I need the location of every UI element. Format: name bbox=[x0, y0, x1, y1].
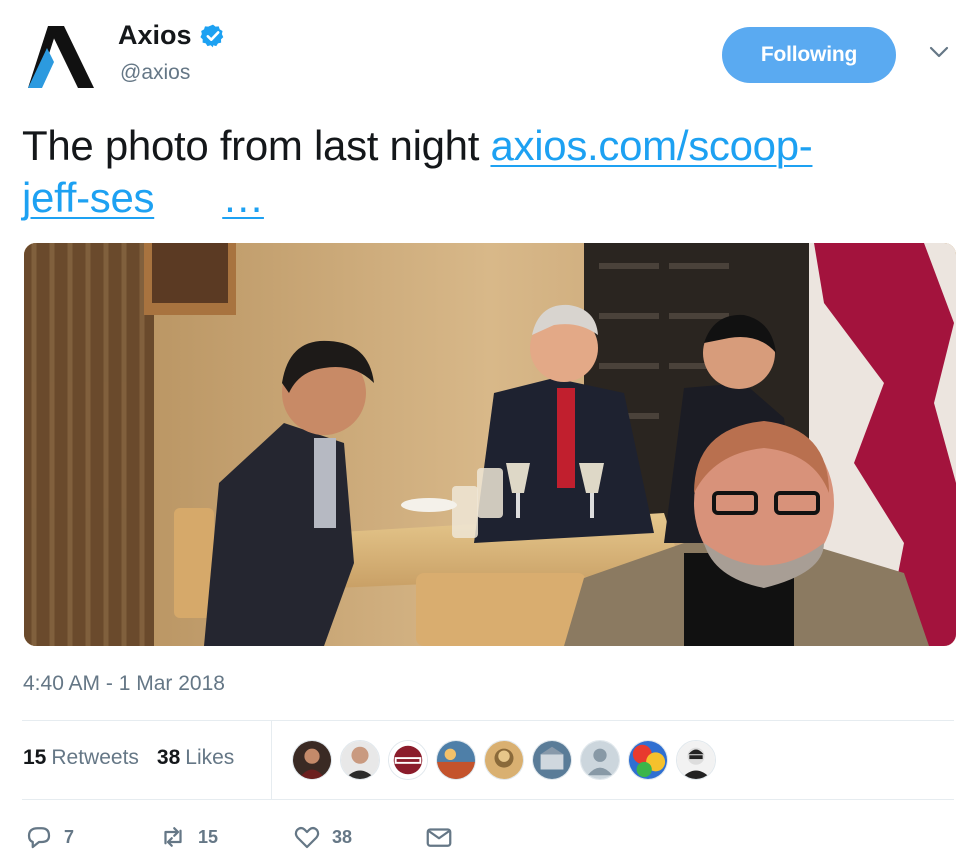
heart-icon bbox=[294, 826, 320, 849]
account-name-row[interactable]: Axios bbox=[118, 20, 226, 51]
display-name[interactable]: Axios bbox=[118, 20, 192, 51]
retweet-count: 15 bbox=[198, 826, 219, 847]
tweet-timestamp[interactable]: 4:40 AM - 1 Mar 2018 bbox=[23, 672, 225, 696]
liker-avatar[interactable] bbox=[388, 740, 428, 780]
retweets-label: Retweets bbox=[51, 746, 139, 769]
envelope-icon bbox=[426, 828, 452, 847]
tweet-link[interactable]: axios.com/scoop- bbox=[490, 122, 812, 169]
reply-button[interactable]: 7 bbox=[24, 822, 74, 852]
restaurant-photo-image bbox=[24, 243, 956, 646]
liker-avatar[interactable] bbox=[436, 740, 476, 780]
liker-avatar[interactable] bbox=[628, 740, 668, 780]
reply-count: 7 bbox=[64, 826, 75, 847]
tweet-card: Axios @axios Following The photo from la… bbox=[0, 0, 980, 860]
tweet-link-continued[interactable]: jeff-ses bbox=[22, 174, 155, 221]
account-handle[interactable]: @axios bbox=[120, 61, 190, 85]
divider bbox=[22, 799, 954, 800]
liker-avatars bbox=[292, 740, 716, 780]
likes-stat[interactable]: 38 Likes bbox=[157, 746, 234, 770]
engagement-stats: 15 Retweets 38 Likes bbox=[23, 746, 234, 770]
likes-label: Likes bbox=[185, 746, 235, 769]
divider bbox=[22, 720, 954, 721]
like-button[interactable]: 38 bbox=[292, 822, 352, 852]
retweets-stat[interactable]: 15 Retweets bbox=[23, 746, 139, 770]
like-count: 38 bbox=[332, 826, 353, 847]
tweet-text: The photo from last night axios.com/scoo… bbox=[22, 120, 952, 224]
liker-avatar[interactable] bbox=[292, 740, 332, 780]
direct-message-button[interactable] bbox=[424, 822, 454, 852]
retweet-icon bbox=[164, 827, 182, 847]
default-avatar-icon[interactable] bbox=[580, 740, 620, 780]
retweets-count: 15 bbox=[23, 746, 47, 769]
tweet-body-text: The photo from last night bbox=[22, 122, 491, 169]
liker-avatar[interactable] bbox=[532, 740, 572, 780]
following-button[interactable]: Following bbox=[722, 27, 896, 83]
verified-badge-icon bbox=[199, 24, 223, 47]
reply-icon bbox=[27, 827, 51, 849]
liker-avatar[interactable] bbox=[484, 740, 524, 780]
liker-avatar[interactable] bbox=[676, 740, 716, 780]
stats-divider bbox=[271, 720, 272, 800]
axios-logo-icon[interactable] bbox=[28, 26, 96, 88]
chevron-down-icon[interactable] bbox=[928, 44, 950, 60]
tweet-photo[interactable] bbox=[24, 243, 956, 646]
retweet-button[interactable]: 15 bbox=[158, 822, 218, 852]
likes-count: 38 bbox=[156, 746, 181, 769]
liker-avatar[interactable] bbox=[340, 740, 380, 780]
tweet-link-ellipsis[interactable]: … bbox=[222, 174, 264, 221]
